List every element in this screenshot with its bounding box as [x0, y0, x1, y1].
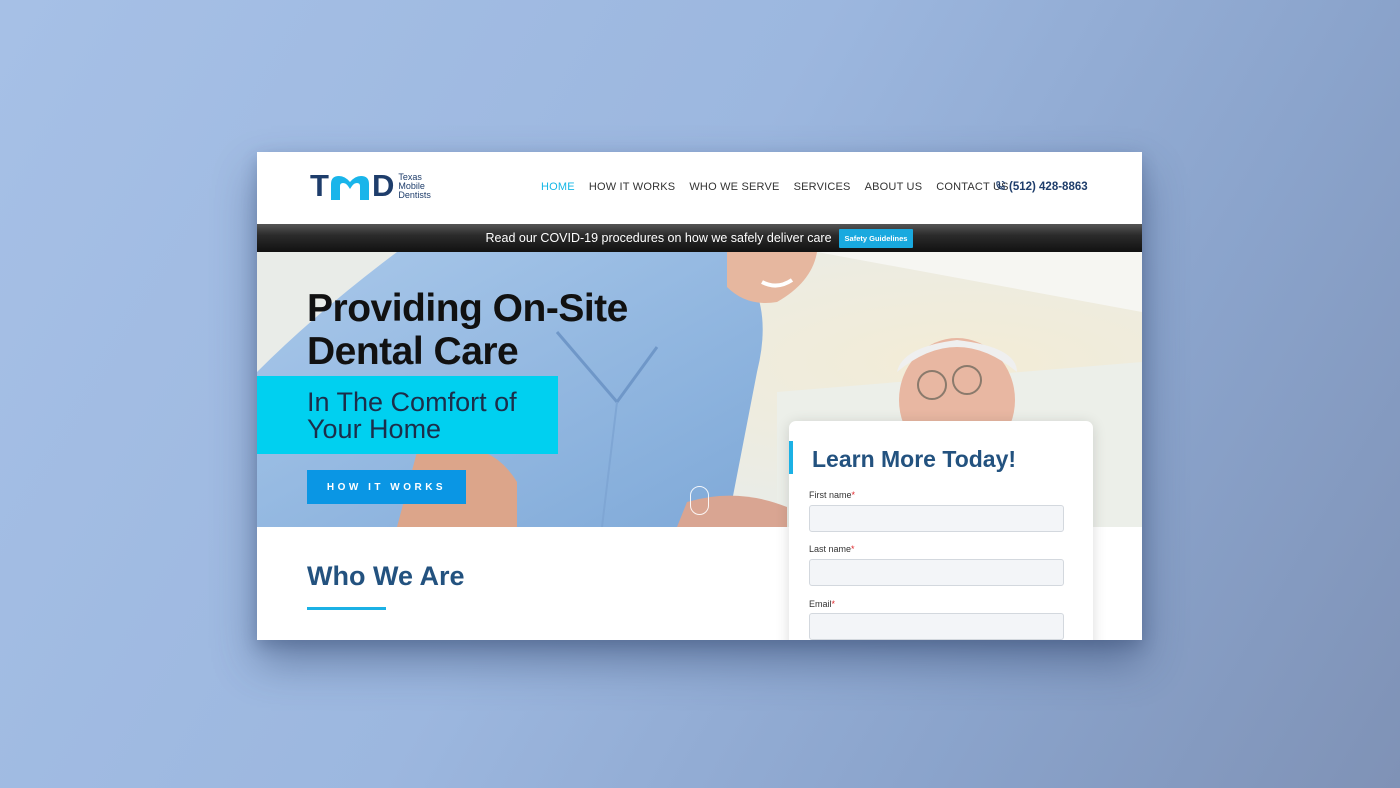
phone-link[interactable]: (512) 428-8863 — [995, 180, 1088, 194]
site-header: T D Texas Mobile Dentists HOME HOW IT WO… — [257, 152, 1142, 224]
email-input[interactable] — [809, 613, 1064, 640]
required-mark: * — [851, 490, 856, 500]
nav-item-about-us[interactable]: ABOUT US — [865, 181, 923, 193]
hero-subtitle-line: In The Comfort of — [307, 387, 517, 417]
scroll-mouse-icon[interactable] — [690, 486, 709, 515]
logo-letter-d: D — [371, 168, 394, 203]
covid-banner-text: Read our COVID-19 procedures on how we s… — [485, 231, 832, 245]
heading-underline — [307, 607, 386, 610]
last-name-input[interactable] — [809, 559, 1064, 586]
hero-subtitle-band: In The Comfort of Your Home — [257, 376, 558, 454]
required-mark: * — [831, 599, 836, 609]
phone-number: (512) 428-8863 — [1009, 181, 1088, 193]
last-name-label-text: Last name — [809, 544, 852, 554]
email-label-text: Email — [809, 599, 832, 609]
form-title: Learn More Today! — [812, 446, 1017, 472]
safety-guidelines-button[interactable]: Safety Guidelines — [838, 228, 914, 248]
logo-mark: T D — [310, 168, 394, 203]
logo-wordmark: Texas Mobile Dentists — [398, 172, 431, 200]
how-it-works-button[interactable]: HOW IT WORKS — [307, 470, 466, 504]
main-nav: HOME HOW IT WORKS WHO WE SERVE SERVICES … — [541, 181, 1009, 193]
nav-item-home[interactable]: HOME — [541, 181, 575, 193]
tmd-logo[interactable]: T D Texas Mobile Dentists — [310, 168, 431, 203]
website-frame: T D Texas Mobile Dentists HOME HOW IT WO… — [257, 152, 1142, 640]
last-name-label: Last name* — [809, 544, 855, 554]
hero-subtitle-line: Your Home — [307, 414, 442, 444]
email-label: Email* — [809, 599, 835, 609]
covid-banner: Read our COVID-19 procedures on how we s… — [257, 224, 1142, 252]
logo-letter-t: T — [310, 168, 329, 203]
first-name-label: First name* — [809, 490, 855, 500]
who-we-are-heading: Who We Are — [307, 561, 465, 591]
hero-title: Providing On-Site Dental Care — [307, 287, 628, 373]
hero-title-line: Providing On-Site — [307, 287, 628, 330]
phone-ring-icon — [995, 180, 1006, 194]
nav-item-services[interactable]: SERVICES — [794, 181, 851, 193]
nav-item-how-it-works[interactable]: HOW IT WORKS — [589, 181, 676, 193]
first-name-input[interactable] — [809, 505, 1064, 532]
card-accent-bar — [789, 441, 793, 474]
logo-tooth-m-icon — [329, 174, 371, 200]
hero-subtitle: In The Comfort of Your Home — [307, 389, 517, 443]
first-name-label-text: First name — [809, 490, 852, 500]
nav-item-who-we-serve[interactable]: WHO WE SERVE — [689, 181, 779, 193]
hero-title-line: Dental Care — [307, 330, 519, 373]
required-mark: * — [851, 544, 855, 554]
logo-text-line: Dentists — [398, 189, 431, 200]
lead-form-card: Learn More Today! First name* Last name*… — [789, 421, 1093, 640]
